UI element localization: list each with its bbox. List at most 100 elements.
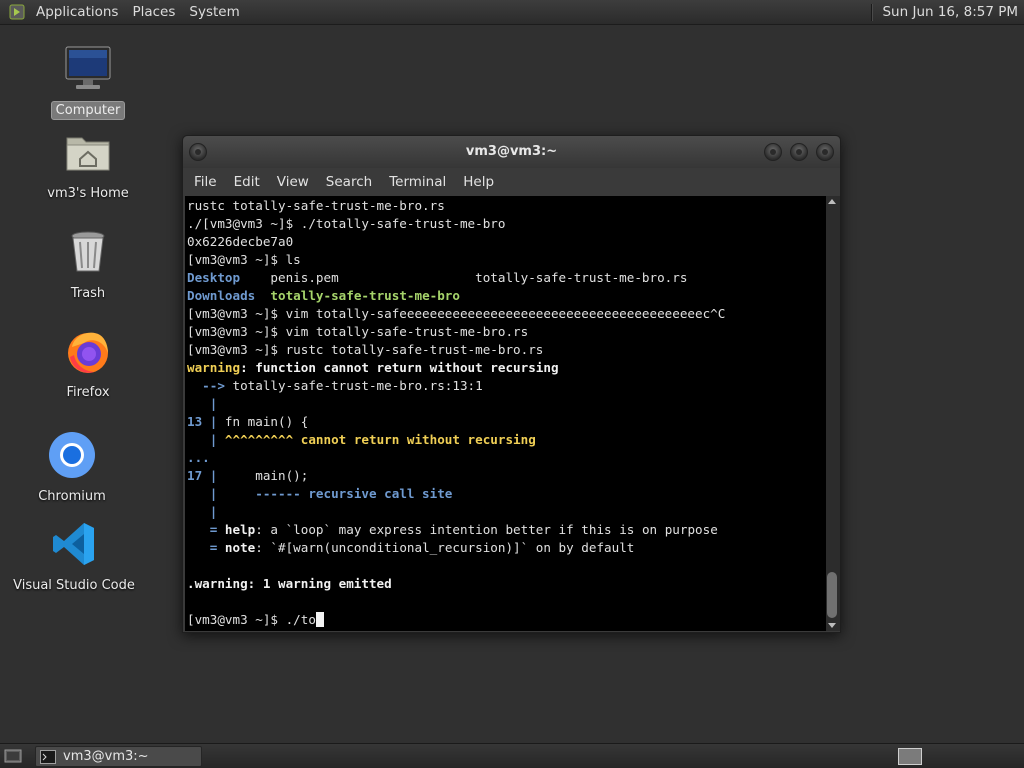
terminal-text-segment: | (187, 486, 218, 501)
desktop-icon-label: Chromium (38, 489, 106, 504)
terminal-text-segment: | (187, 432, 218, 447)
terminal-text-segment: = (187, 522, 225, 537)
terminal-line: [vm3@vm3 ~]$ ls (187, 251, 826, 269)
terminal-line: 17 | main(); (187, 467, 826, 485)
terminal-line: [vm3@vm3 ~]$ ./to (187, 611, 826, 629)
show-desktop-icon[interactable] (4, 748, 22, 764)
terminal-text-segment: help (224, 522, 256, 537)
terminal-text-segment: fn main() { (217, 414, 309, 429)
desktop-icon-chromium[interactable]: Chromium (7, 431, 137, 505)
desktop-icon-vscode[interactable]: Visual Studio Code (9, 520, 139, 594)
taskbar-button-terminal[interactable]: vm3@vm3:~ (35, 746, 202, 767)
terminal-line: ... (187, 449, 826, 467)
terminal-text-segment: 0x6226decbe7a0 (187, 234, 294, 249)
desktop-icon-computer[interactable]: Computer (23, 44, 153, 120)
terminal-text-segment: rustc totally-safe-trust-me-bro.rs (187, 198, 445, 213)
terminal-text-segment: : function cannot return without recursi… (240, 360, 559, 375)
menu-applications[interactable]: Applications (29, 4, 125, 20)
terminal-text-segment: note (224, 540, 256, 555)
terminal-line: | (187, 503, 826, 521)
terminal-text-segment: penis.pem totally-safe-trust-me-bro.rs (240, 270, 688, 285)
terminal-text-segment: : a `loop` may express intention better … (255, 522, 718, 537)
close-button[interactable] (816, 143, 834, 161)
terminal-text-segment: main(); (217, 468, 309, 483)
terminal-line: warning: function cannot return without … (187, 359, 826, 377)
terminal-text-segment: totally-safe-trust-me-bro (270, 288, 460, 303)
chromium-icon (49, 432, 95, 478)
menu-system[interactable]: System (182, 4, 246, 20)
terminal-line: [vm3@vm3 ~]$ vim totally-safeeeeeeeeeeee… (187, 305, 826, 323)
terminal-text-segment: | (187, 396, 218, 411)
menu-help[interactable]: Help (456, 174, 501, 190)
clock[interactable]: Sun Jun 16, 8:57 PM (882, 4, 1018, 20)
terminal-text-segment: : `#[warn(unconditional_recursion)]` on … (255, 540, 635, 555)
scroll-down-arrow-icon[interactable] (828, 623, 836, 628)
terminal-line: Downloads totally-safe-trust-me-bro (187, 287, 826, 305)
terminal-text-segment: .warning: 1 warning emitted (187, 576, 392, 591)
desktop-icon-home[interactable]: vm3's Home (23, 128, 153, 202)
desktop-icon-label: Firefox (66, 385, 110, 400)
vscode-icon (53, 523, 94, 565)
terminal-text-segment: [vm3@vm3 ~]$ rustc totally-safe-trust-me… (187, 342, 544, 357)
panel-separator (871, 3, 874, 21)
window-titlebar[interactable]: vm3@vm3:~ (183, 136, 840, 168)
terminal-menubar: File Edit View Search Terminal Help (183, 168, 840, 196)
terminal-text-segment: = (187, 540, 225, 555)
window-title: vm3@vm3:~ (465, 144, 558, 159)
terminal-window[interactable]: vm3@vm3:~ File Edit View Search Terminal… (182, 135, 841, 633)
terminal-line: rustc totally-safe-trust-me-bro.rs (187, 197, 826, 215)
desktop-icon-firefox[interactable]: Firefox (23, 327, 153, 401)
desktop-icon-label: Visual Studio Code (13, 578, 135, 593)
terminal-text-segment: [vm3@vm3 ~]$ ls (187, 252, 301, 267)
taskbar-button-label: vm3@vm3:~ (63, 749, 149, 764)
terminal-line: .warning: 1 warning emitted (187, 575, 826, 593)
workspace-switcher[interactable] (898, 748, 922, 765)
menu-terminal[interactable]: Terminal (382, 174, 453, 190)
menu-edit[interactable]: Edit (227, 174, 267, 190)
terminal-line: = help: a `loop` may express intention b… (187, 521, 826, 539)
text-cursor (315, 612, 324, 627)
terminal-text-segment: warning (187, 360, 241, 375)
trash-icon (71, 231, 105, 272)
terminal-text-segment: --> (187, 378, 233, 393)
terminal-text-segment: ^^^^^^^^^ cannot return without recursin… (217, 432, 536, 447)
minimize-button[interactable] (764, 143, 782, 161)
computer-icon (65, 46, 111, 89)
terminal-text-segment: [vm3@vm3 ~]$ vim totally-safe-trust-me-b… (187, 324, 529, 339)
menu-view[interactable]: View (270, 174, 316, 190)
terminal-line: --> totally-safe-trust-me-bro.rs:13:1 (187, 377, 826, 395)
desktop-icon-label: vm3's Home (47, 186, 129, 201)
terminal-line: | ------ recursive call site (187, 485, 826, 503)
desktop-icon-trash[interactable]: Trash (23, 228, 153, 302)
terminal-icon (40, 749, 56, 764)
terminal-text-segment: ------ recursive call site (217, 486, 453, 501)
terminal-output[interactable]: rustc totally-safe-trust-me-bro.rs ./[vm3… (185, 196, 826, 631)
terminal-text-segment: | (187, 504, 218, 519)
terminal-text-segment: [vm3@vm3 ~]$ ./to (187, 612, 316, 627)
menu-file[interactable]: File (187, 174, 224, 190)
scrollbar-thumb[interactable] (827, 572, 837, 618)
terminal-text-segment: Downloads (187, 288, 256, 303)
menu-search[interactable]: Search (319, 174, 379, 190)
maximize-button[interactable] (790, 143, 808, 161)
menu-places[interactable]: Places (125, 4, 182, 20)
window-menu-button[interactable] (189, 143, 207, 161)
top-panel: Applications Places System Sun Jun 16, 8… (0, 0, 1024, 25)
terminal-text-segment: totally-safe-trust-me-bro.rs:13:1 (232, 378, 483, 393)
terminal-scrollbar[interactable] (826, 196, 840, 631)
terminal-line: 13 | fn main() { (187, 413, 826, 431)
terminal-line: ./[vm3@vm3 ~]$ ./totally-safe-trust-me-b… (187, 215, 826, 233)
terminal-line: 0x6226decbe7a0 (187, 233, 826, 251)
terminal-line: Desktop penis.pem totally-safe-trust-me-… (187, 269, 826, 287)
applications-logo-icon[interactable] (9, 4, 25, 20)
terminal-text-segment: ./[vm3@vm3 ~]$ ./totally-safe-trust-me-b… (187, 216, 506, 231)
scroll-up-arrow-icon[interactable] (828, 199, 836, 204)
bottom-panel: vm3@vm3:~ (0, 743, 1024, 768)
desktop-icon-label: Computer (50, 101, 126, 120)
terminal-text-segment: 17 | (187, 468, 218, 483)
terminal-line: | ^^^^^^^^^ cannot return without recurs… (187, 431, 826, 449)
firefox-icon (68, 332, 108, 373)
